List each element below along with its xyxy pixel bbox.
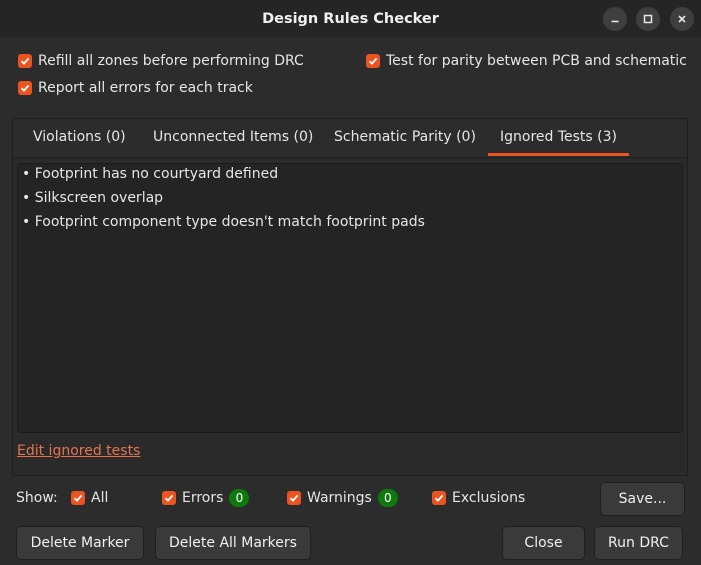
show-label: Show:: [16, 490, 58, 506]
close-icon: [678, 15, 686, 23]
checkmark-icon: [434, 494, 444, 502]
maximize-icon: [643, 14, 653, 24]
errors-count-badge: 0: [229, 489, 250, 507]
minimize-button[interactable]: [603, 7, 627, 31]
results-notebook: Violations (0) Unconnected Items (0) Sch…: [12, 118, 688, 476]
filter-all-checkbox[interactable]: [71, 491, 85, 505]
ignored-tests-list[interactable]: • Footprint has no courtyard defined • S…: [17, 163, 683, 433]
close-window-button[interactable]: [670, 7, 694, 31]
checkmark-icon: [73, 494, 83, 502]
checkmark-icon: [368, 57, 378, 65]
edit-ignored-tests-link[interactable]: Edit ignored tests: [17, 443, 140, 459]
tab-bar: Violations (0) Unconnected Items (0) Sch…: [13, 119, 687, 158]
filter-exclusions-checkbox[interactable]: [432, 491, 446, 505]
filter-exclusions-option[interactable]: Exclusions: [432, 490, 525, 506]
filter-warnings-option[interactable]: Warnings 0: [287, 489, 398, 507]
maximize-button[interactable]: [636, 7, 660, 31]
filter-warnings-checkbox[interactable]: [287, 491, 301, 505]
refill-zones-checkbox[interactable]: [18, 54, 32, 68]
minimize-icon: [611, 20, 619, 23]
close-button[interactable]: Close: [502, 526, 585, 560]
refill-zones-option[interactable]: Refill all zones before performing DRC: [18, 53, 304, 69]
list-item: • Silkscreen overlap: [22, 190, 164, 206]
test-parity-label: Test for parity between PCB and schemati…: [386, 53, 687, 69]
filter-all-option[interactable]: All: [71, 490, 108, 506]
filter-warnings-label: Warnings: [307, 490, 372, 506]
tab-violations[interactable]: Violations (0): [33, 119, 126, 156]
tab-schematic-parity[interactable]: Schematic Parity (0): [334, 119, 476, 156]
checkmark-icon: [289, 494, 299, 502]
list-item: • Footprint component type doesn't match…: [22, 214, 425, 230]
report-all-errors-option[interactable]: Report all errors for each track: [18, 80, 253, 96]
filter-all-label: All: [91, 490, 109, 506]
checkmark-icon: [20, 57, 30, 65]
filter-errors-checkbox[interactable]: [162, 491, 176, 505]
checkmark-icon: [20, 84, 30, 92]
list-item: • Footprint has no courtyard defined: [22, 166, 279, 182]
test-parity-checkbox[interactable]: [366, 54, 380, 68]
report-all-errors-label: Report all errors for each track: [38, 80, 253, 96]
window-title: Design Rules Checker: [262, 10, 439, 27]
warnings-count-badge: 0: [377, 489, 398, 507]
filter-exclusions-label: Exclusions: [452, 490, 526, 506]
test-parity-option[interactable]: Test for parity between PCB and schemati…: [366, 53, 687, 69]
report-all-errors-checkbox[interactable]: [18, 81, 32, 95]
tab-unconnected-items[interactable]: Unconnected Items (0): [153, 119, 313, 156]
checkmark-icon: [164, 494, 174, 502]
save-button[interactable]: Save...: [600, 482, 685, 516]
tab-ignored-tests[interactable]: Ignored Tests (3): [488, 119, 629, 156]
refill-zones-label: Refill all zones before performing DRC: [38, 53, 304, 69]
delete-all-markers-button[interactable]: Delete All Markers: [155, 526, 311, 560]
filter-errors-label: Errors: [182, 490, 224, 506]
title-bar: Design Rules Checker: [0, 0, 701, 37]
delete-marker-button[interactable]: Delete Marker: [16, 526, 144, 560]
run-drc-button[interactable]: Run DRC: [594, 526, 683, 560]
filter-errors-option[interactable]: Errors 0: [162, 489, 250, 507]
